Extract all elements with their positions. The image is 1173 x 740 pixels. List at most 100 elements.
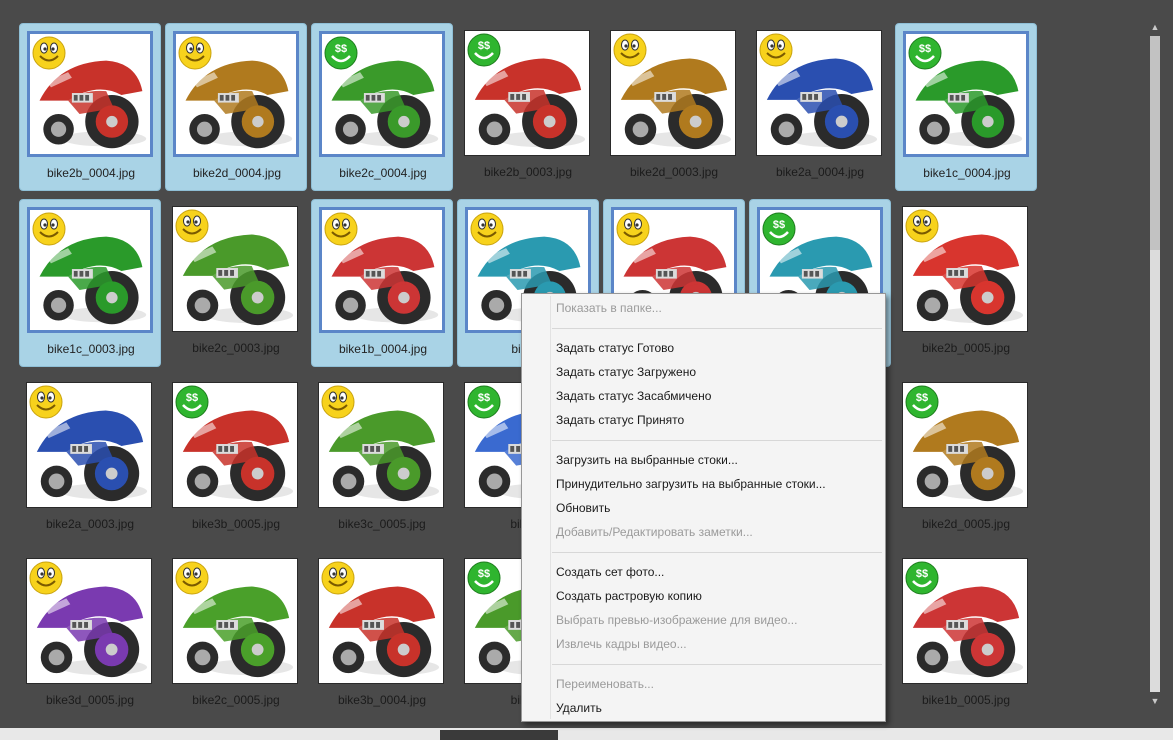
thumbnail-filename: bike2c_0005.jpg [192,693,280,707]
scroll-track[interactable] [1150,36,1160,692]
dollar-smiley-status-icon: $$ [762,212,796,246]
thumbnail-tile[interactable]: bike2a_0004.jpg [749,23,891,191]
dollar-smiley-status-icon: $$ [467,385,501,419]
dollar-smiley-status-icon: $$ [175,385,209,419]
thumbnail-image[interactable] [27,207,153,333]
menu-item-set-status-accepted[interactable]: Задать статус Принято [524,409,883,431]
menu-item-set-status-ready[interactable]: Задать статус Готово [524,337,883,359]
menu-separator [552,664,882,665]
thumbnail-image[interactable] [26,558,152,684]
thumbnail-filename: bike3b_0005.jpg [191,517,281,531]
thumbnail-filename: bike3d_0005.jpg [45,693,135,707]
smiley-status-icon [175,561,209,595]
smiley-status-icon [616,212,650,246]
thumbnail-tile[interactable]: $$ bike2b_0003.jpg [457,23,599,191]
menu-separator [552,328,882,329]
thumbnail-tile[interactable]: bike2b_0004.jpg [19,23,161,191]
thumbnail-filename: bike2b_0003.jpg [483,165,573,179]
thumbnail-tile[interactable]: $$ bike1c_0004.jpg [895,23,1037,191]
smiley-status-icon [175,209,209,243]
thumbnail-image[interactable]: $$ [902,558,1028,684]
splitter-grip[interactable] [440,730,558,740]
thumbnail-tile[interactable]: bike2d_0003.jpg [603,23,745,191]
thumbnail-tile[interactable]: bike3d_0005.jpg [19,551,161,719]
svg-text:$$: $$ [335,43,347,55]
menu-item-delete[interactable]: Удалить [524,697,883,719]
svg-text:$$: $$ [773,219,785,231]
vertical-scrollbar[interactable]: ▲ ▼ [1148,20,1162,708]
thumbnail-tile[interactable]: bike1b_0004.jpg [311,199,453,367]
thumbnail-filename: bike3b_0004.jpg [337,693,427,707]
thumbnail-filename: bike2c_0003.jpg [192,341,280,355]
dollar-smiley-status-icon: $$ [467,561,501,595]
scroll-thumb[interactable] [1150,36,1160,250]
smiley-status-icon [324,212,358,246]
dollar-smiley-status-icon: $$ [324,36,358,70]
menu-item-edit-notes: Добавить/Редактировать заметки... [556,525,753,539]
dollar-smiley-status-icon: $$ [467,33,501,67]
smiley-status-icon [759,33,793,67]
menu-item-refresh[interactable]: Обновить [524,497,883,519]
thumbnail-image[interactable] [318,382,444,508]
thumbnail-image[interactable]: $$ [464,30,590,156]
thumbnail-tile[interactable]: $$ bike2d_0005.jpg [895,375,1037,543]
thumbnail-tile[interactable]: bike1c_0003.jpg [19,199,161,367]
thumbnail-image[interactable]: $$ [903,31,1029,157]
svg-text:$$: $$ [478,392,490,404]
svg-text:$$: $$ [916,568,928,580]
thumbnail-tile[interactable]: bike2b_0005.jpg [895,199,1037,367]
thumbnail-filename: bike2a_0004.jpg [775,165,865,179]
thumbnail-tile[interactable]: bike2d_0004.jpg [165,23,307,191]
thumbnail-image[interactable] [173,31,299,157]
dollar-smiley-status-icon: $$ [905,561,939,595]
thumbnail-tile[interactable]: bike2a_0003.jpg [19,375,161,543]
thumbnail-image[interactable] [172,558,298,684]
menu-item-set-status-submitted[interactable]: Задать статус Засабмичено [524,385,883,407]
thumbnail-image[interactable] [756,30,882,156]
thumbnail-filename: bike2d_0003.jpg [629,165,719,179]
scroll-up-arrow-icon[interactable]: ▲ [1148,20,1162,34]
thumbnail-image[interactable] [172,206,298,332]
svg-text:$$: $$ [478,568,490,580]
thumbnail-image[interactable] [319,207,445,333]
menu-item-choose-video-preview: Выбрать превью-изображение для видео... [556,613,798,627]
scroll-down-arrow-icon[interactable]: ▼ [1148,694,1162,708]
menu-item-upload-to-stocks[interactable]: Загрузить на выбранные стоки... [524,449,883,471]
thumbnail-tile[interactable]: bike3b_0004.jpg [311,551,453,719]
thumbnail-filename: bike3c_0005.jpg [338,517,426,531]
menu-item-create-raster-copy[interactable]: Создать растровую копию [524,585,883,607]
menu-separator [552,440,882,441]
thumbnail-filename: bike2a_0003.jpg [45,517,135,531]
menu-separator [552,552,882,553]
thumbnail-image[interactable] [902,206,1028,332]
thumbnail-tile[interactable]: bike2c_0005.jpg [165,551,307,719]
menu-item-rename: Переименовать... [556,677,654,691]
menu-item-set-status-uploaded[interactable]: Задать статус Загружено [524,361,883,383]
svg-text:$$: $$ [916,392,928,404]
thumbnail-filename: bike2c_0004.jpg [339,166,427,180]
thumbnail-image[interactable]: $$ [172,382,298,508]
thumbnail-tile[interactable]: $$ bike2c_0004.jpg [311,23,453,191]
thumbnail-image[interactable]: $$ [319,31,445,157]
thumbnail-tile[interactable]: bike2c_0003.jpg [165,199,307,367]
svg-text:$$: $$ [478,40,490,52]
context-menu: Показать в папке... Задать статус Готово З… [521,293,886,722]
thumbnail-filename: bike1b_0004.jpg [338,342,428,356]
dollar-smiley-status-icon: $$ [905,385,939,419]
thumbnail-tile[interactable]: bike3c_0005.jpg [311,375,453,543]
thumbnail-filename: bike2d_0005.jpg [921,517,1011,531]
thumbnail-tile[interactable]: $$ bike3b_0005.jpg [165,375,307,543]
svg-text:$$: $$ [919,43,931,55]
thumbnail-tile[interactable]: $$ bike1b_0005.jpg [895,551,1037,719]
menu-item-force-upload[interactable]: Принудительно загрузить на выбранные сто… [524,473,883,495]
thumbnail-image[interactable] [318,558,444,684]
thumbnail-image[interactable] [27,31,153,157]
thumbnail-image[interactable] [610,30,736,156]
menu-item-show-in-folder: Показать в папке... [556,301,662,315]
thumbnail-filename: bike2b_0004.jpg [46,166,136,180]
smiley-status-icon [29,561,63,595]
menu-item-create-photo-set[interactable]: Создать сет фото... [524,561,883,583]
smiley-status-icon [321,385,355,419]
thumbnail-image[interactable] [26,382,152,508]
thumbnail-image[interactable]: $$ [902,382,1028,508]
